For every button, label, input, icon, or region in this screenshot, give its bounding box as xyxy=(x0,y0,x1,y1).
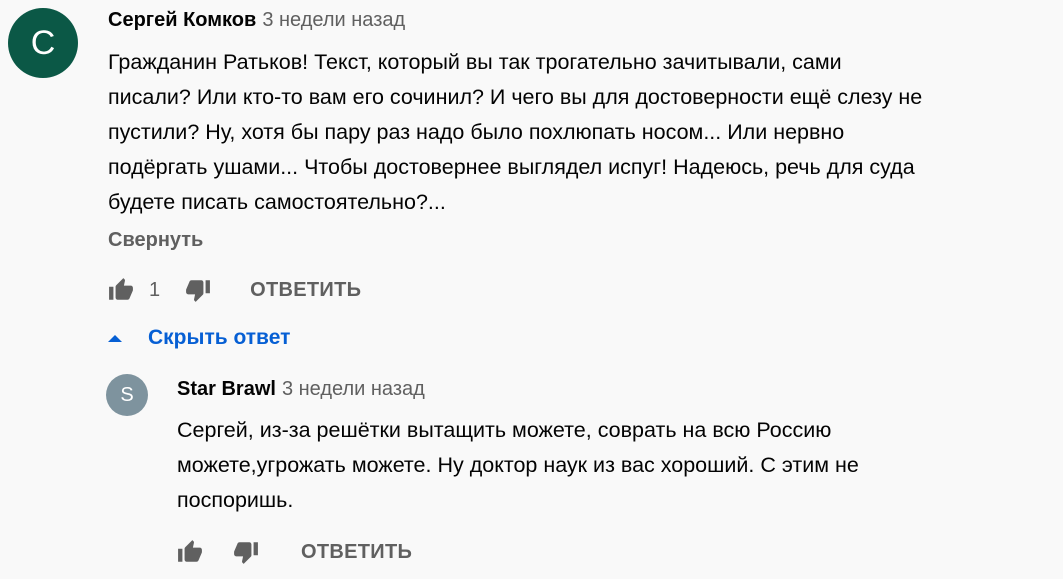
comment-line: будете писать самостоятельно?... xyxy=(108,190,446,214)
like-button[interactable] xyxy=(107,276,135,304)
comment-line: писали? Или кто-то вам его сочинил? И че… xyxy=(108,85,923,109)
comment-line: подёргать ушами... Чтобы достовернее выг… xyxy=(108,155,915,179)
thumb-down-icon xyxy=(186,280,211,302)
avatar[interactable]: С xyxy=(8,8,78,78)
reply-line: Сергей, из-за решётки вытащить можете, с… xyxy=(177,418,832,442)
thumb-down-icon xyxy=(234,542,258,564)
dislike-button[interactable] xyxy=(184,276,212,304)
hide-replies-button[interactable]: Скрыть ответ xyxy=(108,326,290,350)
hide-replies-label: Скрыть ответ xyxy=(148,326,291,349)
collapse-button[interactable]: Свернуть xyxy=(108,229,203,252)
caret-up-icon xyxy=(108,334,122,342)
comment-header: Сергей Комков 3 недели назад xyxy=(108,9,405,32)
reply-button[interactable]: ОТВЕТИТЬ xyxy=(301,541,412,564)
reply-button[interactable]: ОТВЕТИТЬ xyxy=(250,279,361,302)
thumb-up-icon xyxy=(178,540,202,562)
comment-line: Гражданин Ратьков! Текст, который вы так… xyxy=(108,50,842,74)
author-name[interactable]: Star Brawl xyxy=(177,378,276,400)
reply-text: Сергей, из-за решётки вытащить можете, с… xyxy=(177,413,1047,518)
reply-line: можете,угрожать можете. Ну доктор наук и… xyxy=(177,453,859,477)
reply-header: Star Brawl 3 недели назад xyxy=(177,378,425,401)
author-name[interactable]: Сергей Комков xyxy=(108,9,256,31)
reply-actions: ОТВЕТИТЬ xyxy=(176,538,412,566)
comment-line: пустили? Ну, хотя бы пару раз надо было … xyxy=(108,120,845,144)
thumb-up-icon xyxy=(109,278,133,300)
comment-time[interactable]: 3 недели назад xyxy=(262,9,405,31)
comment-time[interactable]: 3 недели назад xyxy=(282,378,425,400)
like-button[interactable] xyxy=(176,538,204,566)
comment-actions: 1 ОТВЕТИТЬ xyxy=(107,276,361,304)
like-count: 1 xyxy=(149,278,161,301)
avatar[interactable]: S xyxy=(106,374,148,416)
comment-text: Гражданин Ратьков! Текст, который вы так… xyxy=(108,45,1053,220)
reply-line: поспоришь. xyxy=(177,488,294,512)
dislike-button[interactable] xyxy=(232,538,260,566)
